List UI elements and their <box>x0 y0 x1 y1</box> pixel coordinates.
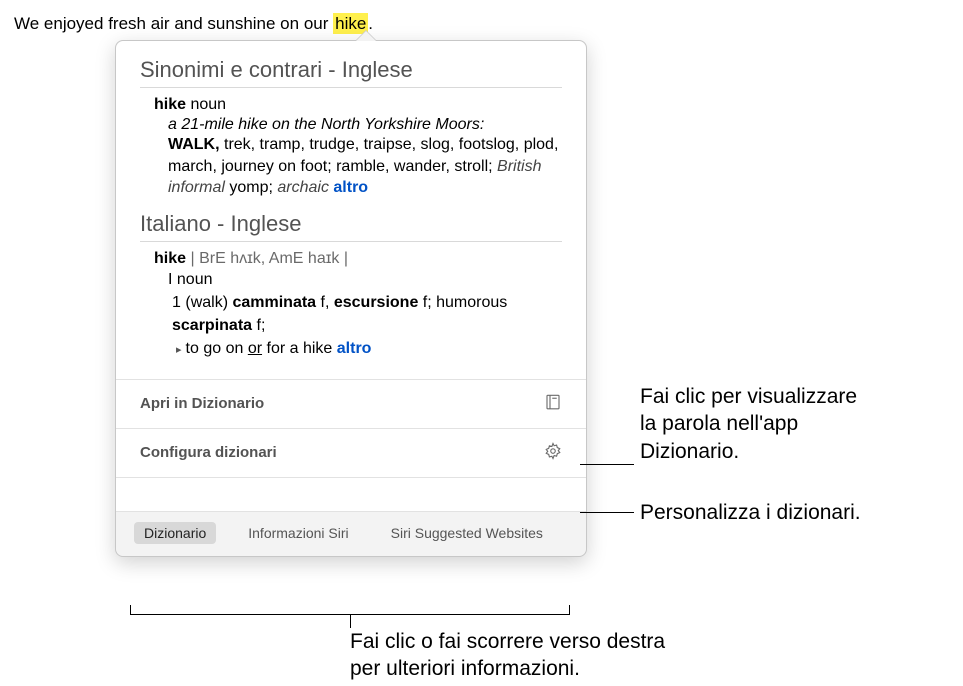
gear-icon <box>544 442 562 464</box>
synonym-lead: WALK, <box>168 136 220 153</box>
thesaurus-synonyms: WALK, trek, tramp, trudge, traipse, slog… <box>154 134 562 199</box>
callout-1-line-2: la parola nell'app <box>640 412 798 435</box>
bilingual-more-link[interactable]: altro <box>337 340 372 357</box>
label-archaic: archaic <box>277 179 329 196</box>
bilingual-entry: hike | BrE hʌɪk, AmE haɪk | I noun 1 (wa… <box>140 250 562 373</box>
def-gloss: (walk) <box>185 294 228 311</box>
callout-bracket-3 <box>130 605 570 615</box>
popover-content: Sinonimi e contrari - Inglese hike noun … <box>116 41 586 380</box>
callout-1-line-3: Dizionario. <box>640 440 739 463</box>
sense-pos: noun <box>177 271 213 288</box>
callout-1-line-1: Fai clic per visualizzare <box>640 385 857 408</box>
def-gender-1: f, <box>316 294 334 311</box>
tab-bar: Dizionario Informazioni Siri Siri Sugges… <box>116 512 586 556</box>
thesaurus-pos: noun <box>190 96 226 113</box>
thesaurus-section-title: Sinonimi e contrari - Inglese <box>140 57 562 88</box>
pron-bre-label: BrE <box>199 250 230 267</box>
def-gender-3: f; <box>252 317 265 334</box>
def-label-humorous: humorous <box>436 294 507 311</box>
tab-dictionary[interactable]: Dizionario <box>134 522 216 544</box>
pron-bre: hʌɪk, <box>230 250 265 267</box>
configure-dictionaries-label: Configura dizionari <box>140 444 277 461</box>
bilingual-headword: hike <box>154 250 186 267</box>
empty-row <box>116 478 586 512</box>
callout-open-dictionary: Fai clic per visualizzare la parola nell… <box>640 383 857 465</box>
def-translation-3: scarpinata <box>172 317 252 334</box>
dictionary-icon <box>544 393 562 415</box>
bilingual-section-title: Italiano - Inglese <box>140 211 562 242</box>
thesaurus-example: a 21-mile hike on the North Yorkshire Mo… <box>154 116 562 134</box>
def-translation-2: escursione <box>334 294 418 311</box>
pron-ame: haɪk <box>308 250 340 267</box>
def-gender-2: f; <box>418 294 436 311</box>
thesaurus-more-link[interactable]: altro <box>333 179 368 196</box>
thesaurus-headword: hike <box>154 96 186 113</box>
callout-lead-1 <box>580 464 634 465</box>
callout-3-line-2: per ulteriori informazioni. <box>350 657 580 680</box>
pron-ame-label: AmE <box>265 250 308 267</box>
tab-siri-info[interactable]: Informazioni Siri <box>238 522 358 544</box>
definition-block: I noun 1 (walk) camminata f, escursione … <box>154 268 562 361</box>
lookup-popover: Sinonimi e contrari - Inglese hike noun … <box>115 40 587 557</box>
callout-lead-3 <box>350 615 351 628</box>
callout-lead-2 <box>580 512 634 513</box>
thesaurus-entry: hike noun a 21-mile hike on the North Yo… <box>140 96 562 211</box>
callout-2-text: Personalizza i dizionari. <box>640 501 861 524</box>
callout-3-line-1: Fai clic o fai scorrere verso destra <box>350 630 665 653</box>
callout-configure: Personalizza i dizionari. <box>640 499 861 526</box>
callout-tabs: Fai clic o fai scorrere verso destra per… <box>350 628 665 683</box>
tab-siri-websites[interactable]: Siri Suggested Websites <box>381 522 553 544</box>
pron-sep1: | <box>186 250 199 267</box>
pron-sep2: | <box>339 250 348 267</box>
sense-roman: I <box>168 271 172 288</box>
configure-dictionaries-row[interactable]: Configura dizionari <box>116 429 586 478</box>
synonym-brit-word: yomp; <box>225 179 277 196</box>
phrase-post: for a hike <box>262 340 332 357</box>
phrase-pre: to go on <box>186 340 248 357</box>
source-sentence: We enjoyed fresh air and sunshine on our… <box>14 14 373 34</box>
def-translation-1: camminata <box>232 294 316 311</box>
def-number: 1 <box>172 294 181 311</box>
open-in-dictionary-row[interactable]: Apri in Dizionario <box>116 380 586 429</box>
source-text-before: We enjoyed fresh air and sunshine on our <box>14 14 333 33</box>
triangle-icon: ▸ <box>176 344 182 356</box>
open-in-dictionary-label: Apri in Dizionario <box>140 395 264 412</box>
phrase-or: or <box>248 340 262 357</box>
